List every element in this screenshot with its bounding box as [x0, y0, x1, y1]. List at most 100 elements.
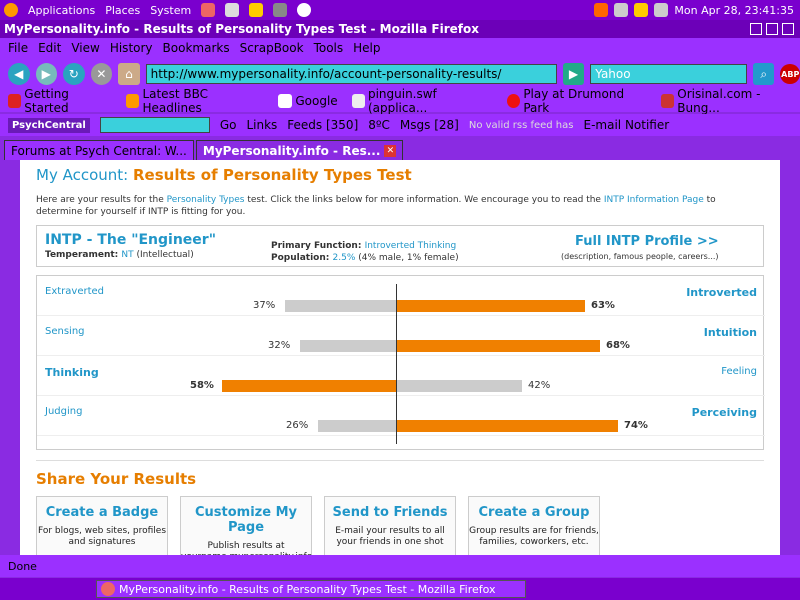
- center-divider: [396, 284, 397, 444]
- stop-icon[interactable]: ✕: [90, 63, 113, 85]
- msgs-button[interactable]: Msgs [28]: [400, 118, 459, 132]
- back-icon[interactable]: ◀: [8, 63, 30, 85]
- email-notifier[interactable]: E-mail Notifier: [584, 118, 670, 132]
- send-friends-card[interactable]: Send to Friends E-mail your results to al…: [324, 496, 456, 555]
- customize-page-card[interactable]: Customize My PagePublish results at your…: [180, 496, 312, 555]
- weather-button[interactable]: 8ºC: [368, 118, 390, 132]
- system-menu[interactable]: System: [150, 4, 191, 17]
- dimension-left-pct: 26%: [286, 420, 309, 431]
- dimension-row: Thinking Feeling 58% 42%: [37, 356, 765, 396]
- dimension-right-label[interactable]: Introverted: [686, 286, 757, 299]
- mail-launcher-icon[interactable]: [225, 3, 240, 17]
- dimension-right-pct: 74%: [624, 420, 648, 431]
- dimension-right-label[interactable]: Perceiving: [692, 406, 757, 419]
- menu-help[interactable]: Help: [353, 41, 380, 55]
- rss-icon: [126, 94, 140, 108]
- dimension-left-label[interactable]: Judging: [45, 406, 82, 417]
- full-profile-link[interactable]: Full INTP Profile >>: [575, 234, 719, 249]
- create-group-card[interactable]: Create a Group Group results are for frie…: [468, 496, 600, 555]
- links-menu[interactable]: Links: [246, 118, 277, 132]
- dimension-right-pct: 42%: [528, 380, 551, 391]
- menu-scrapbook[interactable]: ScrapBook: [240, 41, 304, 55]
- psychcentral-logo[interactable]: PsychCentral: [8, 117, 90, 133]
- menu-tools[interactable]: Tools: [314, 41, 344, 55]
- go-button[interactable]: Go: [220, 118, 237, 132]
- tab-psych-central[interactable]: Forums at Psych Central: W...: [4, 140, 194, 160]
- bookmark-google[interactable]: Google: [278, 94, 338, 108]
- url-text: http://www.mypersonality.info/account-pe…: [150, 67, 502, 81]
- dimension-right-bar: [396, 300, 585, 312]
- url-bar[interactable]: http://www.mypersonality.info/account-pe…: [145, 64, 557, 84]
- full-profile-subtitle: (description, famous people, careers...): [561, 252, 719, 261]
- forward-icon[interactable]: ▶: [35, 63, 58, 85]
- dimension-right-label[interactable]: Intuition: [704, 326, 757, 339]
- dimension-right-label[interactable]: Feeling: [721, 366, 757, 377]
- dimension-left-pct: 37%: [253, 300, 276, 311]
- menu-file[interactable]: File: [8, 41, 28, 55]
- places-menu[interactable]: Places: [105, 4, 140, 17]
- page-gutter: [0, 160, 20, 555]
- bookmark-pinguin[interactable]: pinguin.swf (applica...: [351, 87, 493, 115]
- clock[interactable]: Mon Apr 28, 23:41:35: [674, 4, 794, 17]
- maximize-icon[interactable]: [766, 23, 778, 35]
- window-titlebar[interactable]: MyPersonality.info - Results of Personal…: [0, 20, 800, 38]
- feeds-menu[interactable]: Feeds [350]: [287, 118, 358, 132]
- menu-view[interactable]: View: [71, 41, 99, 55]
- bookmark-bbc[interactable]: Latest BBC Headlines: [126, 87, 264, 115]
- psychcentral-toolbar: PsychCentral Go Links Feeds [350] 8ºC Ms…: [0, 114, 800, 136]
- type-title: INTP - The "Engineer": [45, 232, 216, 248]
- bookmarks-toolbar: Getting Started Latest BBC Headlines Goo…: [0, 87, 800, 115]
- bookmark-drumond[interactable]: Play at Drumond Park: [507, 87, 647, 115]
- reload-icon[interactable]: ↻: [63, 63, 85, 85]
- notes-launcher-icon[interactable]: [249, 3, 264, 17]
- page-content: My Account: Results of Personality Types…: [20, 160, 780, 555]
- orisinal-icon: [661, 94, 675, 108]
- dimension-left-label[interactable]: Thinking: [45, 366, 99, 379]
- firefox-icon: [101, 582, 115, 596]
- search-input[interactable]: Yahoo: [590, 64, 747, 84]
- ubuntu-logo-icon[interactable]: [4, 3, 18, 17]
- menu-edit[interactable]: Edit: [38, 41, 61, 55]
- personality-types-link[interactable]: Personality Types: [167, 195, 245, 205]
- close-window-icon[interactable]: [782, 23, 794, 35]
- bookmark-getting-started[interactable]: Getting Started: [8, 87, 112, 115]
- type-summary: INTP - The "Engineer" Temperament: NT (I…: [36, 225, 764, 267]
- bookmark-orisinal[interactable]: Orisinal.com - Bung...: [661, 87, 800, 115]
- dimension-right-bar: [396, 420, 618, 432]
- menu-history[interactable]: History: [110, 41, 153, 55]
- tab-mypersonality[interactable]: MyPersonality.info - Res... ✕: [195, 140, 404, 160]
- create-badge-card[interactable]: Create a Badge For blogs, web sites, prof…: [36, 496, 168, 555]
- terminal-launcher-icon[interactable]: [273, 3, 288, 17]
- vertical-scrollbar[interactable]: [780, 160, 800, 555]
- dimension-left-bar: [300, 340, 396, 352]
- weather-icon[interactable]: [634, 3, 649, 17]
- dimension-left-label[interactable]: Extraverted: [45, 286, 104, 297]
- clock-launcher-icon[interactable]: [297, 3, 312, 17]
- dimension-right-pct: 68%: [606, 340, 630, 351]
- adblock-icon[interactable]: ABP: [780, 64, 800, 84]
- menu-bookmarks[interactable]: Bookmarks: [163, 41, 230, 55]
- go-icon[interactable]: ▶: [562, 63, 585, 85]
- temperament: Temperament: NT (Intellectual): [45, 250, 194, 260]
- search-icon[interactable]: ⌕: [752, 63, 775, 85]
- tab-strip: Forums at Psych Central: W... MyPersonal…: [0, 138, 800, 160]
- update-icon[interactable]: [594, 3, 609, 17]
- volume-icon[interactable]: [654, 3, 669, 17]
- taskbar-firefox-item[interactable]: MyPersonality.info - Results of Personal…: [96, 580, 526, 598]
- close-tab-icon[interactable]: ✕: [384, 144, 397, 157]
- home-icon[interactable]: ⌂: [118, 63, 140, 85]
- firefox-launcher-icon[interactable]: [201, 3, 216, 17]
- taskbar: MyPersonality.info - Results of Personal…: [0, 578, 800, 600]
- dimension-left-pct: 58%: [190, 380, 214, 391]
- section-divider: [36, 460, 764, 461]
- bookmark-icon: [8, 94, 22, 108]
- network-icon[interactable]: [614, 3, 629, 17]
- dimension-left-label[interactable]: Sensing: [45, 326, 85, 337]
- dimension-row: Sensing Intuition 32% 68%: [37, 316, 765, 356]
- minimize-icon[interactable]: [750, 23, 762, 35]
- dimension-left-bar: [318, 420, 396, 432]
- applications-menu[interactable]: Applications: [28, 4, 95, 17]
- intp-info-link[interactable]: INTP Information Page: [604, 195, 704, 205]
- psychcentral-search-input[interactable]: [99, 117, 210, 133]
- page-icon: [351, 94, 365, 108]
